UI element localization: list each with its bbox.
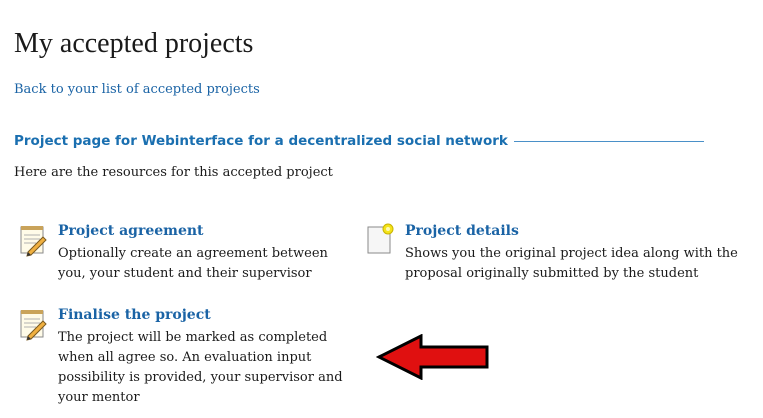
notepad-pencil-icon	[20, 226, 47, 257]
finalise-project-card: Finalise the project The project will be…	[18, 307, 358, 405]
notepad-pencil-icon	[20, 310, 47, 341]
project-agreement-description: Optionally create an agreement between y…	[58, 246, 328, 281]
project-agreement-card: Project agreement Optionally create an a…	[18, 223, 358, 283]
project-details-link[interactable]: Project details	[405, 223, 519, 239]
section-heading: Project page for Webinterface for a dece…	[14, 131, 704, 151]
page-title: My accepted projects	[14, 28, 254, 59]
project-details-card: Project details Shows you the original p…	[365, 223, 755, 283]
section-heading-text: Project page for Webinterface for a dece…	[14, 133, 508, 149]
red-arrow-left-icon	[376, 334, 489, 380]
project-agreement-link[interactable]: Project agreement	[58, 223, 204, 239]
document-lightbulb-icon	[367, 223, 394, 254]
finalise-project-link[interactable]: Finalise the project	[58, 307, 211, 323]
intro-text: Here are the resources for this accepted…	[14, 165, 333, 180]
back-to-list-link[interactable]: Back to your list of accepted projects	[14, 82, 260, 97]
finalise-project-description: The project will be marked as completed …	[58, 330, 343, 405]
project-details-description: Shows you the original project idea alon…	[405, 246, 738, 281]
section-heading-rule	[513, 140, 704, 142]
